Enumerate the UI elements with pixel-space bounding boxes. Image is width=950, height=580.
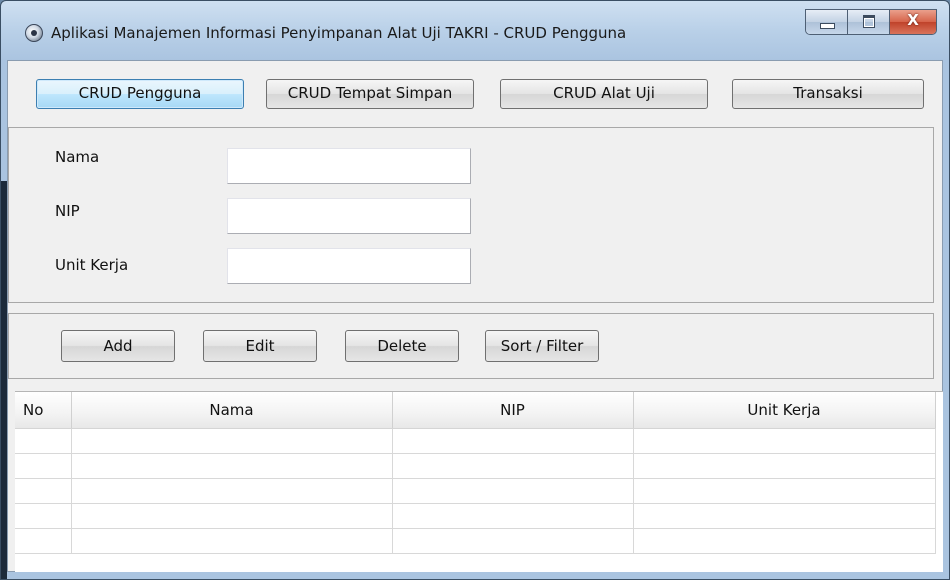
window-title: Aplikasi Manajemen Informasi Penyimpanan… (51, 24, 627, 42)
table-cell (71, 478, 393, 504)
minimize-button[interactable] (806, 10, 848, 34)
column-header-nama[interactable]: Nama (71, 392, 393, 429)
app-window: Aplikasi Manajemen Informasi Penyimpanan… (0, 0, 950, 580)
table-cell (15, 528, 72, 554)
nip-label: NIP (55, 202, 80, 220)
table-row[interactable] (15, 428, 936, 454)
nav-crud-pengguna-button[interactable]: CRUD Pengguna (36, 79, 244, 109)
minimize-icon (820, 23, 835, 29)
nav-transaksi-button[interactable]: Transaksi (732, 79, 924, 109)
table-cell (15, 453, 72, 479)
column-header-no[interactable]: No (15, 392, 72, 429)
table-cell (392, 503, 634, 529)
table-cell (392, 453, 634, 479)
nav-crud-tempat-simpan-button[interactable]: CRUD Tempat Simpan (266, 79, 474, 109)
unit-kerja-label: Unit Kerja (55, 256, 129, 274)
maximize-icon (863, 15, 875, 28)
table-cell (15, 503, 72, 529)
data-table-container: No Nama NIP Unit Kerja (15, 391, 943, 572)
column-header-nip[interactable]: NIP (392, 392, 634, 429)
table-cell (633, 478, 936, 504)
title-bar[interactable]: Aplikasi Manajemen Informasi Penyimpanan… (1, 1, 949, 61)
window-controls: X (805, 9, 937, 35)
table-cell (633, 453, 936, 479)
window-left-border (1, 181, 7, 579)
unit-kerja-input[interactable] (227, 248, 471, 284)
data-table: No Nama NIP Unit Kerja (15, 392, 936, 554)
table-cell (15, 428, 72, 454)
table-cell (633, 528, 936, 554)
form-panel: Nama NIP Unit Kerja (8, 127, 934, 303)
table-row[interactable] (15, 453, 936, 479)
table-cell (71, 503, 393, 529)
table-cell (392, 478, 634, 504)
table-cell (392, 428, 634, 454)
action-panel: Add Edit Delete Sort / Filter (8, 313, 934, 379)
nip-input[interactable] (227, 198, 471, 234)
table-cell (15, 478, 72, 504)
table-cell (392, 528, 634, 554)
table-cell (71, 528, 393, 554)
nama-input[interactable] (227, 148, 471, 184)
table-cell (633, 428, 936, 454)
table-cell (71, 428, 393, 454)
table-cell (633, 503, 936, 529)
maximize-button[interactable] (848, 10, 890, 34)
close-icon: X (907, 11, 919, 29)
delete-button[interactable]: Delete (345, 330, 459, 362)
nama-label: Nama (55, 148, 100, 166)
add-button[interactable]: Add (61, 330, 175, 362)
table-row[interactable] (15, 478, 936, 504)
table-cell (71, 453, 393, 479)
column-header-unit-kerja[interactable]: Unit Kerja (633, 392, 936, 429)
app-icon[interactable] (25, 24, 43, 42)
nav-crud-alat-uji-button[interactable]: CRUD Alat Uji (500, 79, 708, 109)
sort-filter-button[interactable]: Sort / Filter (485, 330, 599, 362)
table-header-row: No Nama NIP Unit Kerja (15, 392, 936, 429)
table-row[interactable] (15, 503, 936, 529)
edit-button[interactable]: Edit (203, 330, 317, 362)
close-button[interactable]: X (890, 10, 936, 34)
table-row[interactable] (15, 528, 936, 554)
